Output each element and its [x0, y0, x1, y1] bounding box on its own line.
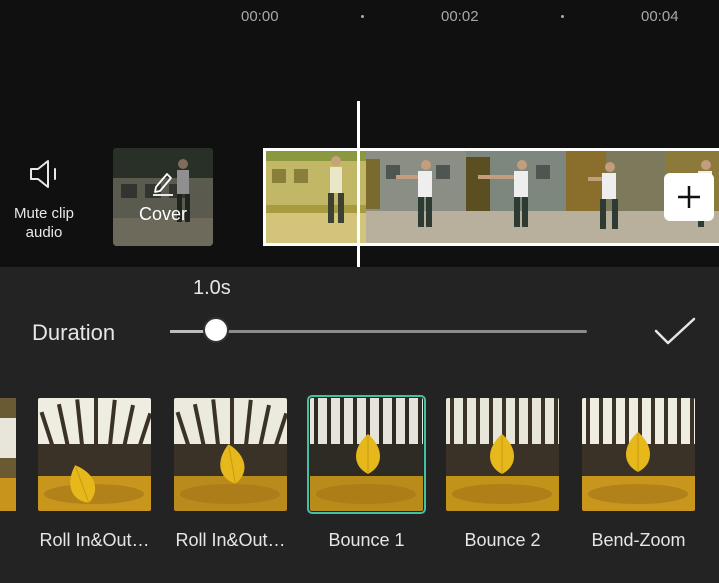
track-frame [266, 151, 366, 243]
duration-value: 1.0s [193, 277, 231, 299]
ruler-label: 00:00 [241, 8, 279, 25]
mute-clip-audio-button[interactable]: Mute clip audio [0, 158, 88, 242]
ruler-tick [561, 15, 564, 18]
ruler-tick [361, 15, 364, 18]
plus-icon [678, 186, 700, 208]
cover-button[interactable]: Cover [113, 148, 213, 246]
effects-list: Roll In&Out… Roll In&Out… Bounce 1 Bounc… [0, 395, 719, 553]
playhead[interactable] [357, 101, 360, 267]
timeline-area: 00:00 00:02 00:04 Mute clip audio Cover [0, 0, 719, 267]
effect-label: Bend-Zoom [591, 530, 686, 550]
ruler-label: 00:04 [641, 8, 679, 25]
track-frame [366, 151, 466, 243]
video-track[interactable] [263, 148, 719, 246]
effect-thumbnail [446, 398, 559, 511]
effect-thumbnail [174, 398, 287, 511]
duration-slider-track[interactable] [170, 330, 587, 333]
duration-slider-handle[interactable] [202, 317, 229, 343]
speaker-icon [30, 160, 56, 188]
duration-label: Duration [32, 320, 116, 345]
effect-item[interactable]: Roll In&Out… [174, 398, 287, 550]
effect-thumbnail [38, 398, 151, 511]
cover-label: Cover [138, 204, 187, 224]
track-frame [566, 151, 666, 243]
add-clip-button[interactable] [664, 173, 714, 221]
effect-thumbnail [582, 398, 695, 511]
animation-panel: 1.0s Duration Roll In&Out… Roll In&Out… … [0, 267, 719, 583]
effect-thumbnail [307, 395, 426, 514]
mute-clip-audio-label: Mute clip audio [13, 205, 75, 241]
effect-label: Roll In&Out… [39, 530, 150, 550]
track-frame [466, 151, 566, 243]
effect-item[interactable]: Bend-Zoom [582, 398, 695, 550]
effect-label: Bounce 2 [464, 530, 541, 550]
effect-item[interactable]: Bounce 2 [446, 398, 559, 550]
checkmark-icon[interactable] [654, 317, 696, 347]
effect-item[interactable]: Bounce 1 [307, 395, 426, 550]
effect-label: Bounce 1 [328, 530, 405, 550]
effect-label: Roll In&Out… [175, 530, 286, 550]
pencil-icon [153, 173, 173, 196]
ruler-label: 00:02 [441, 8, 479, 25]
effect-item[interactable]: Roll In&Out… [38, 398, 151, 550]
